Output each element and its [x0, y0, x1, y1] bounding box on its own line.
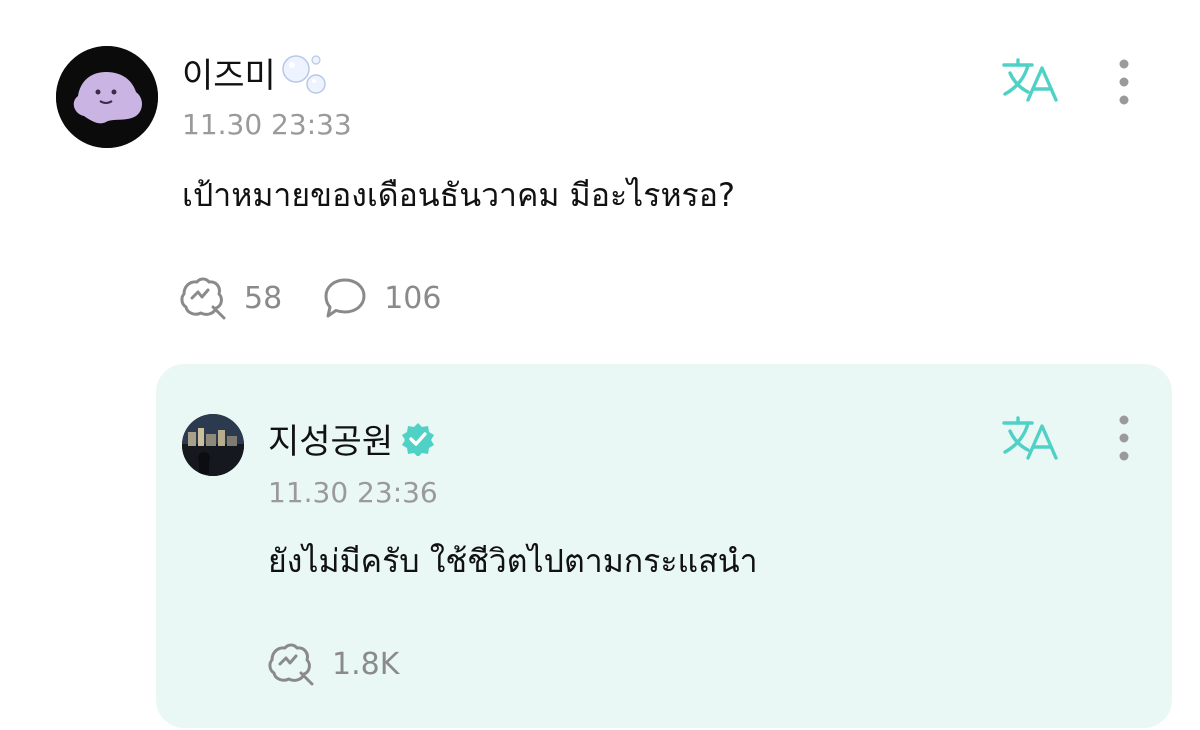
post-author-name[interactable]: 이즈미 [182, 48, 276, 97]
post-author[interactable]: 이즈미 [182, 48, 328, 97]
reaction-button[interactable]: 58 [180, 276, 282, 320]
reaction-icon [268, 642, 316, 686]
reply-text: ยังไม่มีครับ ใช้ชีวิตไปตามกระแสนำ [268, 542, 758, 580]
reply-author[interactable]: 지성공원 [268, 414, 435, 463]
reply-author-name[interactable]: 지성공원 [268, 414, 393, 463]
translate-button[interactable] [1000, 56, 1060, 104]
post-actions: 58 106 [180, 276, 441, 320]
post-text: เป้าหมายของเดือนธันวาคม มีอะไรหรอ? [182, 176, 735, 214]
bubbles-icon [280, 51, 328, 95]
more-vertical-icon [1112, 59, 1136, 110]
reaction-button[interactable]: 1.8K [268, 642, 399, 686]
comment-count: 106 [384, 280, 442, 316]
post-timestamp: 11.30 23:33 [182, 108, 352, 141]
translate-button[interactable] [1000, 414, 1060, 462]
avatar-image [56, 46, 158, 148]
verified-badge-icon [401, 422, 435, 456]
translate-icon [1000, 58, 1060, 108]
avatar[interactable] [182, 414, 244, 476]
reaction-count: 58 [244, 280, 283, 316]
reply-card: 지성공원 11.30 23:36 ยังไม่มีครับ ใช้ชีวิตไป… [156, 364, 1172, 728]
reaction-count: 1.8K [332, 646, 400, 682]
comment-button[interactable]: 106 [322, 276, 441, 320]
avatar[interactable] [56, 46, 158, 148]
translate-icon [1000, 416, 1060, 466]
reply-actions: 1.8K [268, 642, 399, 686]
reaction-icon [180, 276, 228, 320]
more-options-button[interactable] [1112, 58, 1136, 106]
chat-thread: 이즈미 11.30 23:33 เป้าหมายของเดือนธันวาคม … [0, 0, 1200, 730]
avatar-image [182, 414, 244, 476]
reply-timestamp: 11.30 23:36 [268, 476, 438, 509]
comment-icon [322, 276, 368, 320]
more-options-button[interactable] [1112, 414, 1136, 462]
more-vertical-icon [1112, 415, 1136, 466]
